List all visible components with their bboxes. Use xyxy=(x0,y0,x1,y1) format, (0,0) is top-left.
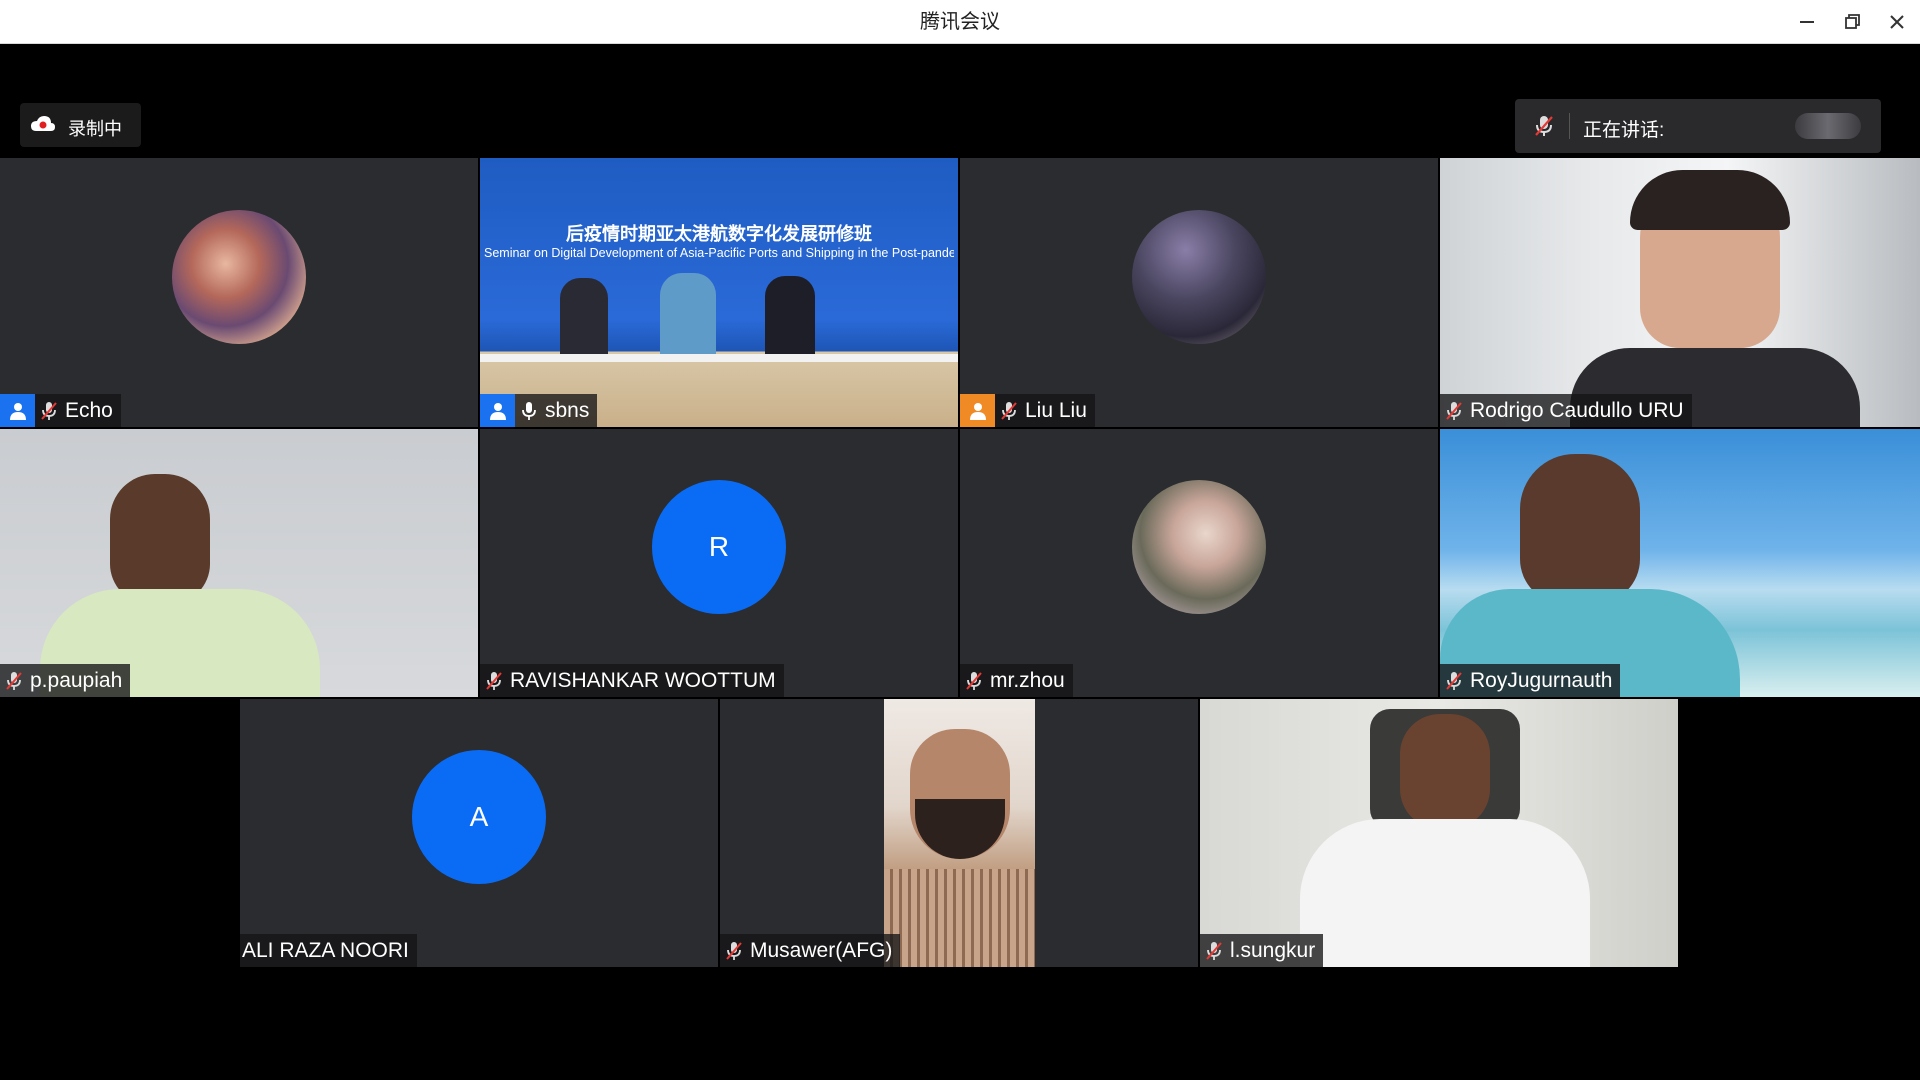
participant-name: Echo xyxy=(65,399,113,422)
mic-on-icon xyxy=(515,394,543,427)
participant-name: Musawer(AFG) xyxy=(750,939,893,962)
person-face xyxy=(1520,454,1640,604)
seminar-title-cn: 后疫情时期亚太港航数字化发展研修班 xyxy=(566,224,872,244)
mic-muted-icon xyxy=(1440,664,1468,697)
mic-muted-icon xyxy=(720,934,748,967)
restore-icon xyxy=(1845,14,1860,29)
restore-button[interactable] xyxy=(1837,8,1867,36)
minimize-button[interactable] xyxy=(1792,8,1822,36)
minimize-icon xyxy=(1800,21,1814,23)
mic-muted-icon xyxy=(960,664,988,697)
participant-nametag: Rodrigo Caudullo URU xyxy=(1440,394,1692,427)
video-tile[interactable]: 后疫情时期亚太港航数字化发展研修班 Seminar on Digital Dev… xyxy=(480,158,958,427)
mic-muted-icon xyxy=(1535,116,1553,136)
user-icon xyxy=(9,402,26,420)
participant-nametag: mr.zhou xyxy=(960,664,1073,697)
person-hair xyxy=(1630,170,1790,230)
participant-name: sbns xyxy=(545,399,590,422)
host-badge xyxy=(480,394,515,427)
participant-nametag: Echo xyxy=(0,394,121,427)
divider xyxy=(1569,113,1570,139)
person-face xyxy=(110,474,210,604)
avatar xyxy=(1132,480,1266,614)
mic-muted-icon xyxy=(480,664,508,697)
speaker-figure xyxy=(660,273,716,358)
participant-nametag: p.paupiah xyxy=(0,664,131,697)
participant-nametag: Musawer(AFG) xyxy=(720,934,901,967)
participant-name: RAVISHANKAR WOOTTUM xyxy=(510,669,776,692)
avatar xyxy=(1132,209,1266,344)
video-tile[interactable]: Liu Liu xyxy=(960,158,1438,427)
recording-label: 录制中 xyxy=(68,119,122,139)
speaking-label: 正在讲话: xyxy=(1583,120,1665,141)
person-face xyxy=(1400,714,1490,829)
participant-nametag: l.sungkur xyxy=(1200,934,1324,967)
participant-name: RoyJugurnauth xyxy=(1470,669,1613,692)
mic-muted-icon xyxy=(0,664,28,697)
video-tile[interactable]: Rodrigo Caudullo URU xyxy=(1440,158,1920,427)
participant-name: Liu Liu xyxy=(1025,399,1087,422)
participant-nametag: RAVISHANKAR WOOTTUM xyxy=(480,664,784,697)
host-badge xyxy=(0,394,35,427)
video-tile[interactable]: RoyJugurnauth xyxy=(1440,429,1920,697)
video-tile[interactable]: Echo xyxy=(0,158,478,427)
cloud-record-icon xyxy=(31,116,55,131)
mic-muted-icon xyxy=(995,394,1023,427)
speaker-figure xyxy=(560,278,608,358)
video-tile[interactable]: mr.zhou xyxy=(960,429,1438,697)
video-tile[interactable]: Musawer(AFG) xyxy=(720,699,1198,967)
speaker-figure xyxy=(765,276,815,358)
table-top xyxy=(480,354,958,362)
speaker-name-blurred xyxy=(1795,113,1861,139)
avatar: R xyxy=(652,480,786,614)
close-icon xyxy=(1890,15,1904,29)
mic-muted-icon xyxy=(1200,934,1228,967)
person-shirt xyxy=(1300,819,1590,967)
participant-nametag: Liu Liu xyxy=(960,394,1095,427)
title-bar: 腾讯会议 xyxy=(0,0,1920,44)
video-tile[interactable]: A ALI RAZA NOORI xyxy=(240,699,718,967)
window-title: 腾讯会议 xyxy=(920,11,1000,33)
participant-nametag: RoyJugurnauth xyxy=(1440,664,1621,697)
participant-nametag: sbns xyxy=(480,394,598,427)
avatar xyxy=(172,209,306,344)
recording-indicator[interactable]: 录制中 xyxy=(20,103,141,147)
speaking-indicator: 正在讲话: xyxy=(1515,99,1881,153)
video-tile[interactable]: l.sungkur xyxy=(1200,699,1678,967)
seminar-title-en: Seminar on Digital Development of Asia-P… xyxy=(484,246,954,260)
video-tile[interactable]: p.paupiah xyxy=(0,429,478,697)
user-icon xyxy=(969,402,986,420)
participant-name: mr.zhou xyxy=(990,669,1065,692)
participant-name: Rodrigo Caudullo URU xyxy=(1470,399,1684,422)
participant-name: p.paupiah xyxy=(30,669,123,692)
participant-name: ALI RAZA NOORI xyxy=(242,939,409,962)
avatar: A xyxy=(412,750,546,884)
participant-name: l.sungkur xyxy=(1230,939,1316,962)
conference-stage-video xyxy=(480,158,958,427)
mic-muted-icon xyxy=(35,394,63,427)
cohost-badge xyxy=(960,394,995,427)
video-tile[interactable]: R RAVISHANKAR WOOTTUM xyxy=(480,429,958,697)
person-shirt xyxy=(884,869,1035,967)
mic-muted-icon xyxy=(1440,394,1468,427)
participant-nametag: ALI RAZA NOORI xyxy=(240,934,417,967)
user-icon xyxy=(489,402,506,420)
close-button[interactable] xyxy=(1882,8,1912,36)
